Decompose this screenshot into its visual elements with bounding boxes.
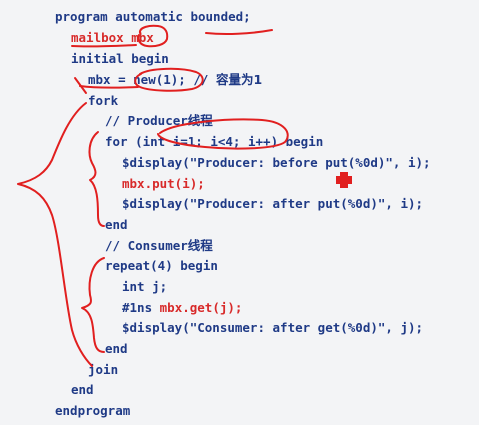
code-line-int-j: int j; — [122, 279, 168, 294]
code-line-mailbox: mailbox mbx — [71, 30, 154, 45]
code-line-repeat: repeat(4) begin — [105, 258, 218, 273]
code-line-mbx-get: #1ns mbx.get(j); — [122, 298, 242, 318]
code-line-new-mailbox: mbx = new(1); // 容量为1 — [88, 70, 262, 90]
code-line-mbx-put: mbx.put(i); — [122, 176, 205, 191]
delay-token: #1ns — [122, 300, 160, 315]
code-line-program: program automatic bounded; — [55, 9, 251, 24]
code-line-join: join — [88, 362, 119, 377]
new-mailbox-statement: mbx = new(1); // — [88, 72, 216, 87]
code-line-fork: fork — [88, 93, 119, 108]
brace-producer — [88, 131, 105, 227]
cursor-mark — [336, 172, 352, 188]
code-line-display-before-put: $display("Producer: before put(%0d)", i)… — [122, 155, 431, 170]
code-line-initial: initial begin — [71, 51, 169, 66]
code-line-end-repeat: end — [105, 341, 128, 356]
code-line-end-for: end — [105, 217, 128, 232]
code-line-for-loop: for (int i=1; i<4; i++) begin — [105, 134, 324, 149]
code-line-display-after-get: $display("Consumer: after get(%0d)", j); — [122, 320, 424, 335]
underline-bounded — [205, 29, 273, 35]
code-line-display-after-put: $display("Producer: after put(%0d)", i); — [122, 196, 424, 211]
mbx-get-call: mbx.get(j); — [159, 300, 243, 315]
code-line-producer-comment: // Producer线程 — [105, 113, 213, 128]
code-line-end-initial: end — [71, 382, 94, 397]
capacity-comment: 容量为1 — [215, 72, 263, 87]
code-line-endprogram: endprogram — [55, 403, 131, 418]
tick-mbx-line — [74, 77, 87, 94]
brace-fork — [17, 102, 93, 367]
brace-consumer — [81, 257, 105, 353]
code-line-consumer-comment: // Consumer线程 — [105, 238, 213, 253]
code-slide: program automatic bounded; mailbox mbx i… — [0, 0, 479, 425]
